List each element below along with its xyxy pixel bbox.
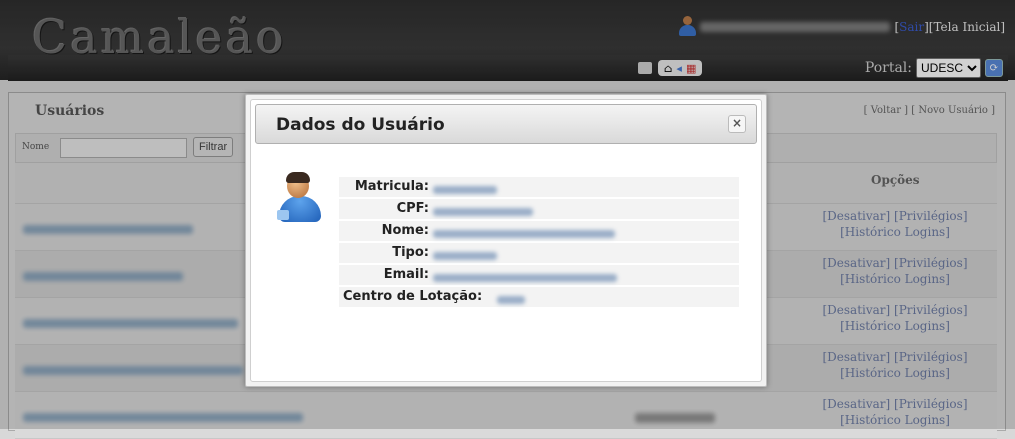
- field-matricula: Matricula:: [339, 177, 739, 197]
- field-label: CPF:: [396, 201, 429, 216]
- user-avatar-icon: [275, 170, 327, 226]
- field-label: Centro de Lotação:: [343, 289, 483, 304]
- user-details-dialog: Dados do Usuário × Matricula: CPF: Nome:…: [245, 94, 767, 387]
- field-label: Nome:: [381, 223, 429, 238]
- user-info-list: Matricula: CPF: Nome: Tipo: Email: Centr…: [339, 177, 739, 309]
- field-label: Email:: [383, 267, 429, 282]
- field-tipo: Tipo:: [339, 243, 739, 263]
- field-cpf: CPF:: [339, 199, 739, 219]
- centro-value-redacted: [497, 295, 525, 304]
- tipo-value-redacted: [433, 251, 497, 260]
- dialog-title: Dados do Usuário: [276, 115, 445, 135]
- field-email: Email:: [339, 265, 739, 285]
- dialog-body: Dados do Usuário × Matricula: CPF: Nome:…: [250, 99, 762, 382]
- field-label: Tipo:: [392, 245, 429, 260]
- dialog-title-bar[interactable]: Dados do Usuário ×: [255, 104, 757, 144]
- field-nome: Nome:: [339, 221, 739, 241]
- close-icon[interactable]: ×: [728, 115, 746, 133]
- matricula-value-redacted: [433, 185, 497, 194]
- field-label: Matricula:: [354, 179, 429, 194]
- nome-value-redacted: [433, 229, 615, 238]
- field-centro-lotacao: Centro de Lotação:: [339, 287, 739, 307]
- email-value-redacted: [433, 273, 617, 282]
- cpf-value-redacted: [433, 207, 533, 216]
